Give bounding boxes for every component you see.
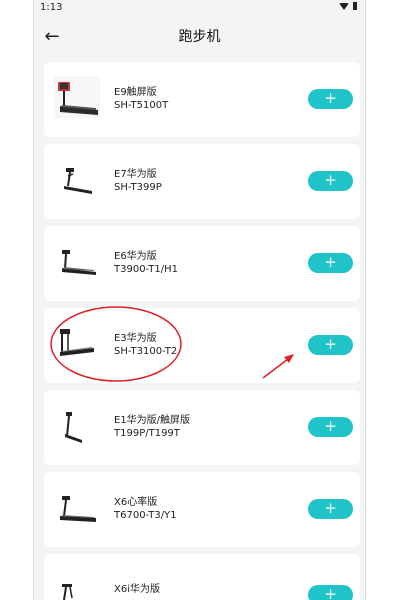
- product-name: X6i华为版: [114, 584, 160, 595]
- page-title: 跑步机: [178, 29, 221, 45]
- treadmill-image: [60, 329, 94, 356]
- product-model: T3900-T1/H1: [114, 264, 178, 275]
- treadmill-image: [65, 412, 82, 443]
- list-item[interactable]: E9触屏版 SH-T5100T +: [44, 62, 360, 137]
- status-time: 1:13: [40, 2, 63, 13]
- battery-icon: [353, 2, 357, 10]
- add-button[interactable]: +: [308, 417, 353, 437]
- wifi-icon: [339, 2, 349, 10]
- treadmill-image: [62, 584, 73, 600]
- phone-screen: 1:13 ← 跑步机 E9触屏版 SH-T5100T + E7华为版 SH-T3…: [33, 0, 366, 600]
- add-button[interactable]: +: [308, 335, 353, 355]
- product-name: E7华为版: [114, 169, 157, 180]
- product-name: E3华为版: [114, 333, 157, 344]
- product-model: SH-T3100-T2: [114, 346, 178, 357]
- list-item[interactable]: X6i华为版 +: [44, 554, 360, 600]
- treadmill-image: [54, 76, 100, 118]
- list-item[interactable]: E6华为版 T3900-T1/H1 +: [44, 226, 360, 301]
- product-model: SH-T5100T: [114, 100, 169, 111]
- add-button[interactable]: +: [308, 585, 353, 600]
- list-item[interactable]: E1华为版/触屏版 T199P/T199T +: [44, 390, 360, 465]
- product-name: X6心率版: [114, 497, 158, 508]
- list-item[interactable]: E3华为版 SH-T3100-T2 +: [44, 308, 360, 383]
- add-button[interactable]: +: [308, 499, 353, 519]
- product-name: E6华为版: [114, 251, 157, 262]
- treadmill-image: [60, 496, 96, 522]
- header: ← 跑步机: [34, 16, 365, 56]
- product-name: E1华为版/触屏版: [114, 415, 191, 426]
- add-button[interactable]: +: [308, 171, 353, 191]
- treadmill-image: [62, 250, 96, 275]
- add-button[interactable]: +: [308, 89, 353, 109]
- add-button[interactable]: +: [308, 253, 353, 273]
- list-item[interactable]: E7华为版 SH-T399P +: [44, 144, 360, 219]
- list-item[interactable]: X6心率版 T6700-T3/Y1 +: [44, 472, 360, 547]
- treadmill-image: [64, 168, 92, 194]
- product-name: E9触屏版: [114, 87, 157, 98]
- status-bar: 1:13: [34, 0, 365, 16]
- status-icons: [339, 2, 357, 10]
- product-model: SH-T399P: [114, 182, 162, 193]
- product-model: T6700-T3/Y1: [114, 510, 177, 521]
- product-model: T199P/T199T: [114, 428, 180, 439]
